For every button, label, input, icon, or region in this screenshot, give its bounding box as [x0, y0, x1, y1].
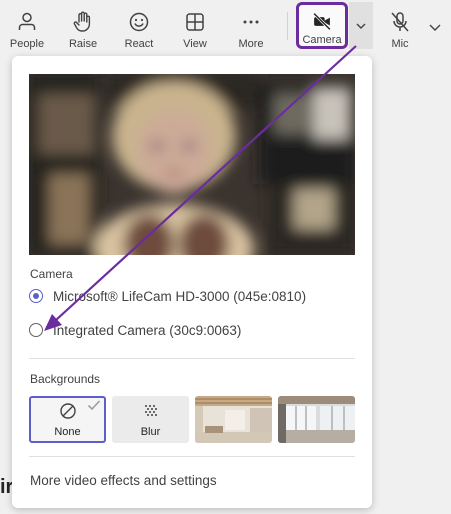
camera-off-icon — [313, 12, 331, 31]
camera-option-label: Integrated Camera (30c9:0063) — [53, 322, 242, 338]
video-preview-image — [29, 74, 355, 255]
react-button[interactable]: React — [118, 0, 160, 52]
chevron-down-icon — [429, 24, 441, 31]
office-background-thumbnail — [278, 396, 355, 443]
prohibited-icon — [59, 402, 76, 419]
camera-label: Camera — [302, 34, 342, 46]
background-none-label: None — [54, 425, 81, 438]
background-none-tile[interactable]: None — [29, 396, 106, 443]
camera-preview — [29, 74, 355, 255]
radio-unselected[interactable] — [29, 323, 43, 337]
radio-selected[interactable] — [29, 289, 43, 303]
raise-label: Raise — [68, 38, 98, 50]
more-options-icon — [243, 20, 259, 24]
camera-settings-panel: Camera Microsoft® LifeCam HD-3000 (045e:… — [12, 56, 372, 508]
view-label: View — [183, 38, 207, 50]
backgrounds-section-label: Backgrounds — [30, 372, 101, 386]
mic-button[interactable]: Mic — [383, 0, 417, 52]
more-video-effects-link[interactable]: More video effects and settings — [30, 473, 217, 488]
checkmark-icon — [87, 400, 101, 411]
people-label: People — [9, 38, 45, 50]
raise-hand-button[interactable]: Raise — [62, 0, 104, 52]
camera-options-toggle[interactable] — [349, 2, 373, 49]
more-button[interactable]: More — [230, 0, 272, 52]
grid-view-icon — [186, 13, 204, 31]
camera-section-label: Camera — [30, 267, 73, 281]
meeting-toolbar: People Raise React View More Camera Mic — [0, 0, 451, 56]
smiley-icon — [129, 12, 149, 32]
mic-off-icon — [391, 12, 409, 32]
people-button[interactable]: People — [4, 0, 50, 52]
section-divider — [29, 358, 355, 359]
blur-icon — [144, 404, 157, 416]
people-icon — [18, 12, 36, 30]
toolbar-divider — [287, 12, 288, 40]
background-blur-label: Blur — [140, 425, 161, 438]
background-image-tile-office[interactable] — [278, 396, 355, 443]
more-label: More — [238, 38, 264, 50]
loft-background-thumbnail — [195, 396, 272, 443]
mic-label: Mic — [391, 38, 409, 50]
background-blur-tile[interactable]: Blur — [112, 396, 189, 443]
camera-option-label: Microsoft® LifeCam HD-3000 (045e:0810) — [53, 288, 307, 304]
hand-icon — [73, 11, 91, 32]
camera-option-lifecam[interactable]: Microsoft® LifeCam HD-3000 (045e:0810) — [29, 286, 306, 306]
mic-options-toggle[interactable] — [426, 18, 444, 36]
react-label: React — [124, 38, 154, 50]
chevron-down-icon — [356, 23, 366, 29]
camera-option-integrated[interactable]: Integrated Camera (30c9:0063) — [29, 320, 241, 340]
background-image-tile-loft[interactable] — [195, 396, 272, 443]
view-button[interactable]: View — [174, 0, 216, 52]
camera-button[interactable]: Camera — [296, 2, 348, 49]
section-divider — [29, 456, 355, 457]
